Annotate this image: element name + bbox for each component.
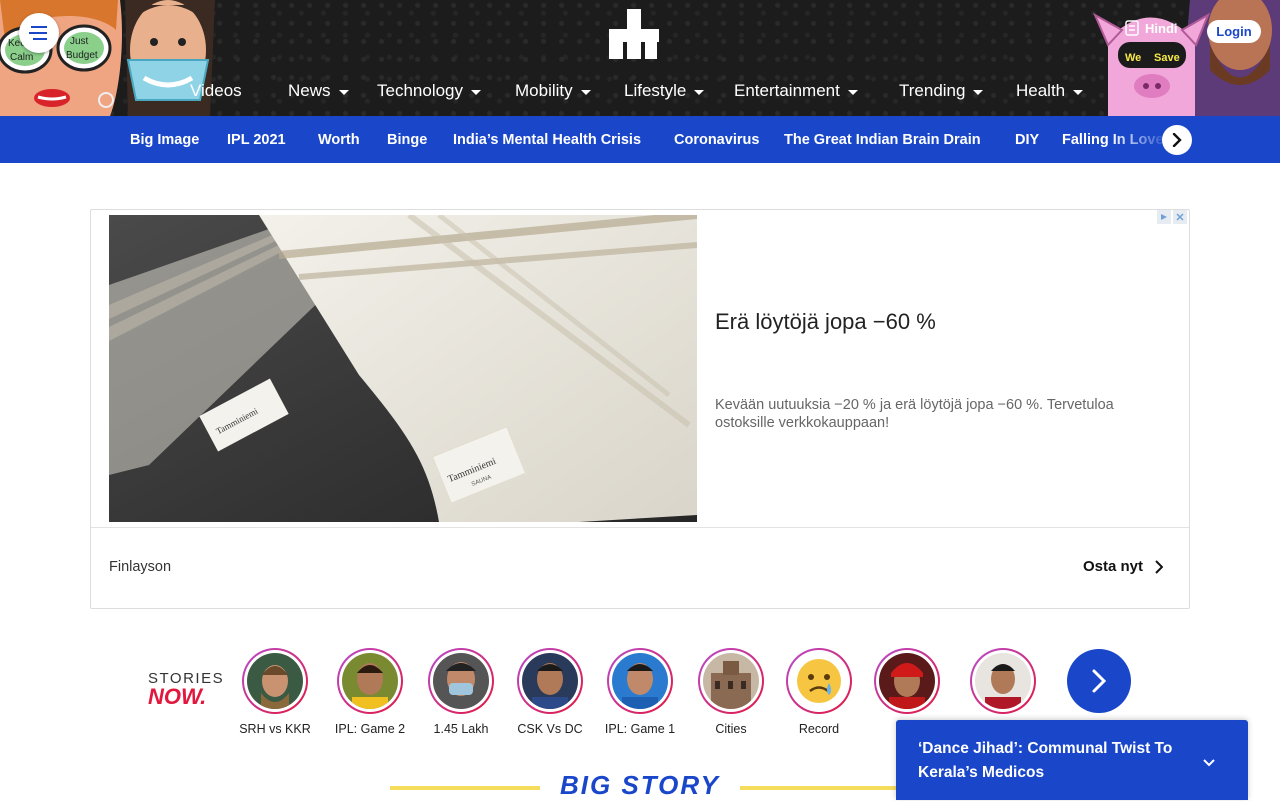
ad-close-icon[interactable]	[1173, 210, 1187, 224]
big-story-heading: BIG STORY	[559, 770, 721, 800]
building-icon	[703, 653, 759, 709]
nav-label: Health	[1016, 81, 1066, 100]
topic-bar-fade	[1110, 116, 1170, 163]
topic-tag[interactable]: DIY	[1015, 116, 1039, 163]
caret-down-icon	[847, 89, 858, 95]
chevron-right-icon	[1155, 559, 1164, 574]
topic-tag[interactable]: India’s Mental Health Crisis	[453, 116, 641, 163]
popup-headline[interactable]: ‘Dance Jihad’: Communal Twist To Kerala’…	[918, 737, 1208, 785]
topic-bar-next-button[interactable]	[1162, 125, 1192, 155]
cricketer-avatar-icon	[879, 653, 935, 709]
divider	[91, 527, 1189, 528]
story-item[interactable]: CSK Vs DC	[502, 648, 598, 736]
glasses-text-just: Just	[70, 36, 89, 47]
ad-advertiser: Finlayson	[109, 559, 172, 575]
cricketer-avatar-icon	[612, 653, 668, 709]
ad-info-icon[interactable]	[1157, 210, 1171, 224]
caret-down-icon	[694, 89, 705, 95]
nav-item-news[interactable]: News	[288, 79, 349, 103]
caret-down-icon	[580, 89, 591, 95]
topic-tag[interactable]: Coronavirus	[674, 116, 759, 163]
ad-image[interactable]: Tamminiemi Tamminiemi SAUNA	[109, 215, 697, 522]
story-item[interactable]: Record	[771, 648, 867, 736]
translate-icon	[1125, 20, 1139, 36]
ad-choices[interactable]	[1157, 210, 1187, 224]
caret-down-icon	[471, 89, 482, 95]
site-header: Keep Calm Just Budget We Save Hindi Logi…	[0, 0, 1280, 116]
nav-item-technology[interactable]: Technology	[377, 79, 482, 103]
nav-item-mobility[interactable]: Mobility	[515, 79, 591, 103]
story-caption: 1.45 Lakh	[433, 722, 489, 736]
topic-tag[interactable]: The Great Indian Brain Drain	[784, 116, 981, 163]
ad-cta-button[interactable]: Osta nyt	[1083, 558, 1164, 575]
story-item[interactable]: Cities	[683, 648, 779, 736]
nav-item-lifestyle[interactable]: Lifestyle	[624, 79, 705, 103]
nav-item-health[interactable]: Health	[1016, 79, 1084, 103]
story-item[interactable]: 1.45 Lakh	[413, 648, 509, 736]
story-item[interactable]: SRH vs KKR	[227, 648, 323, 736]
caret-down-icon	[338, 89, 349, 95]
ad-headline[interactable]: Erä löytöjä jopa −60 %	[715, 309, 936, 335]
main-navigation: Videos News Technology Mobility Lifestyl…	[0, 79, 1280, 103]
language-switch[interactable]: Hindi	[1125, 20, 1178, 36]
section-rule-right	[740, 786, 900, 790]
cricketer-avatar-icon	[247, 653, 303, 709]
site-logo-icon[interactable]	[607, 9, 659, 59]
advertisement-card[interactable]: Tamminiemi Tamminiemi SAUNA Erä löytöjä …	[90, 209, 1190, 609]
nav-label: Trending	[899, 81, 966, 100]
stories-label-bottom: NOW.	[148, 684, 207, 709]
glasses-text-save: Save	[1154, 52, 1180, 64]
story-caption: CSK Vs DC	[517, 722, 583, 736]
topic-tag[interactable]: Big Image	[130, 116, 199, 163]
cricketer-avatar-icon	[342, 653, 398, 709]
story-caption: IPL: Game 2	[334, 722, 406, 736]
nav-item-entertainment[interactable]: Entertainment	[734, 79, 858, 103]
caret-down-icon	[1073, 89, 1084, 95]
story-caption: SRH vs KKR	[239, 722, 311, 736]
section-rule-left	[390, 786, 540, 790]
masked-person-avatar-icon	[433, 653, 489, 709]
sticky-story-popup[interactable]: ‘Dance Jihad’: Communal Twist To Kerala’…	[896, 720, 1248, 800]
nav-label: Mobility	[515, 81, 573, 100]
caret-down-icon	[973, 89, 984, 95]
story-caption: Cities	[715, 722, 747, 736]
hamburger-menu-button[interactable]	[19, 13, 59, 53]
nav-label: Entertainment	[734, 81, 840, 100]
nav-label: Videos	[190, 81, 242, 100]
story-caption: Record	[798, 722, 840, 736]
cricketer-avatar-icon	[522, 653, 578, 709]
story-caption: IPL: Game 1	[604, 722, 676, 736]
chevron-down-icon[interactable]	[1202, 758, 1216, 768]
topic-tag[interactable]: IPL 2021	[227, 116, 286, 163]
glasses-text-calm: Calm	[10, 52, 33, 63]
ad-description: Kevään uutuuksia −20 % ja erä löytöjä jo…	[715, 397, 1114, 431]
glasses-text-budget: Budget	[66, 50, 98, 61]
topic-tag[interactable]: Binge	[387, 116, 427, 163]
story-item[interactable]: IPL: Game 2	[322, 648, 418, 736]
login-button[interactable]: Login	[1207, 20, 1261, 43]
nav-label: Lifestyle	[624, 81, 687, 100]
glasses-text-we: We	[1125, 52, 1141, 64]
chevron-right-icon	[1092, 669, 1107, 693]
topic-bar: Big Image IPL 2021 Worth Binge India’s M…	[0, 116, 1280, 163]
nav-label: Technology	[377, 81, 464, 100]
nav-item-videos[interactable]: Videos	[190, 79, 242, 103]
cricketer-avatar-icon	[975, 653, 1031, 709]
topic-tag[interactable]: Worth	[318, 116, 360, 163]
towel-image: Tamminiemi Tamminiemi SAUNA	[109, 215, 697, 522]
ad-cta-label: Osta nyt	[1083, 558, 1144, 575]
hamburger-icon	[29, 26, 47, 40]
story-item[interactable]: IPL: Game 1	[592, 648, 688, 736]
story-item[interactable]	[955, 648, 1051, 722]
chevron-right-icon	[1172, 133, 1182, 147]
language-label: Hindi	[1145, 20, 1178, 36]
stories-now-label: STORIES NOW.	[148, 670, 228, 709]
stories-next-button[interactable]	[1067, 649, 1131, 713]
nav-label: News	[288, 81, 331, 100]
nav-item-trending[interactable]: Trending	[899, 79, 984, 103]
sad-emoji-icon	[791, 653, 847, 709]
